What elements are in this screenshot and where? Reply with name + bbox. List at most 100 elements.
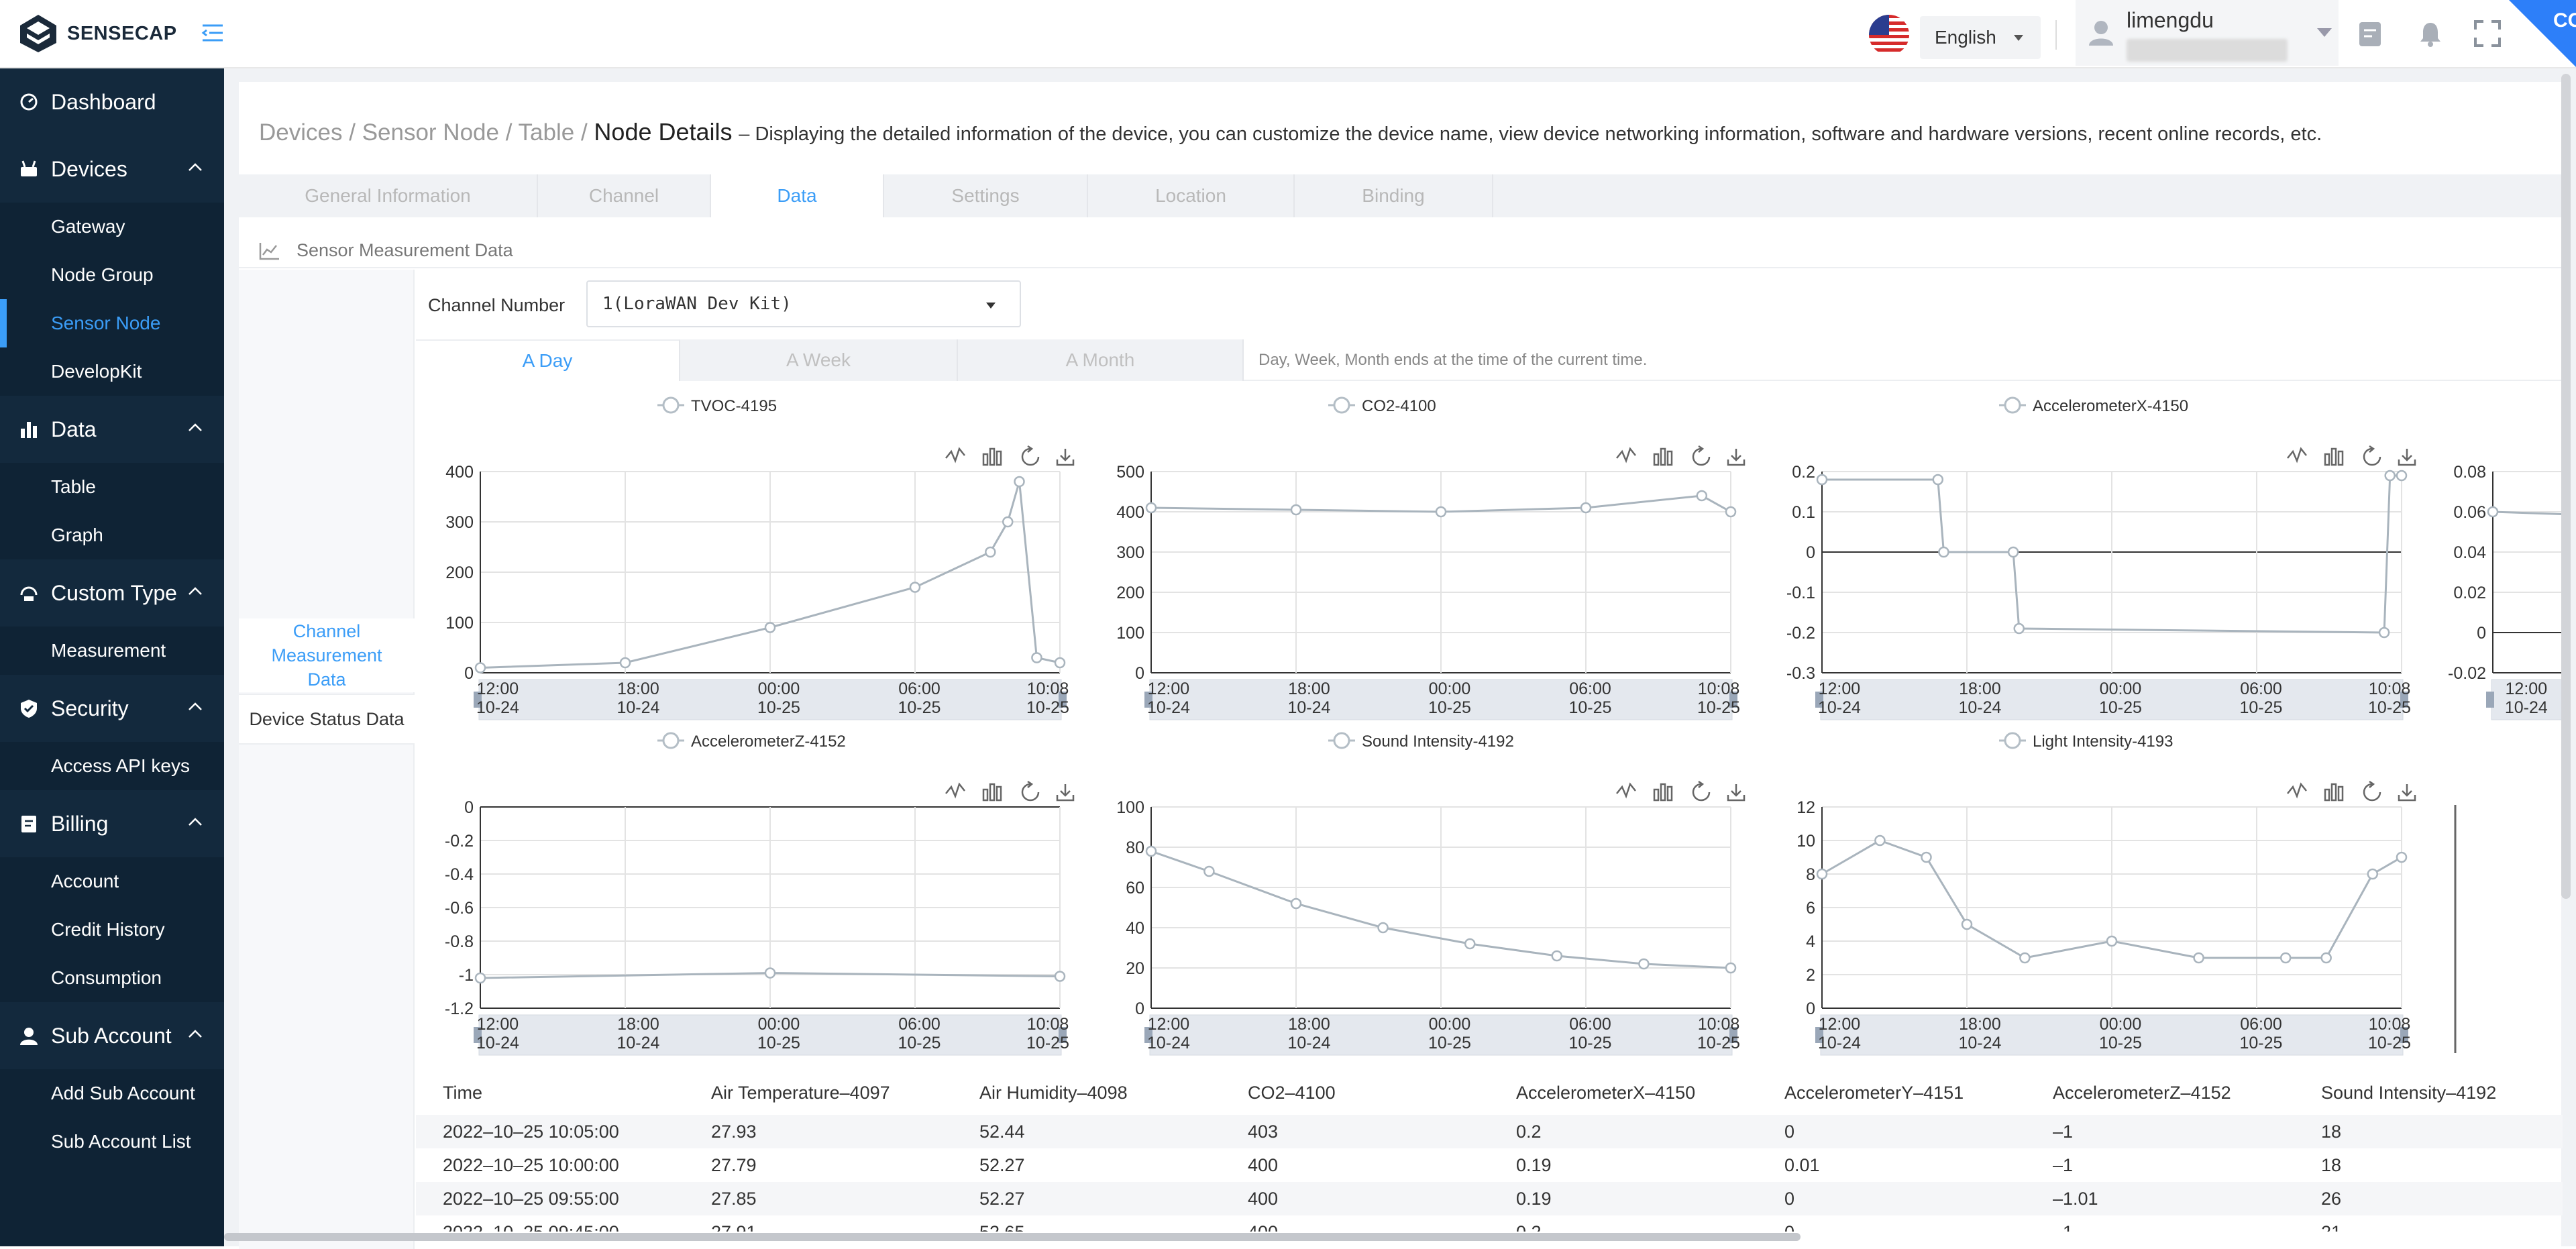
sidebar-item-sub-account-list[interactable]: Sub Account List — [0, 1118, 224, 1166]
logo[interactable]: SENSECAP — [19, 13, 177, 54]
table-header-row: Time Air Temperature–4097 Air Humidity–4… — [416, 1071, 2563, 1115]
y-tick-label: 0 — [1135, 664, 1144, 683]
caret-down-icon — [2317, 28, 2332, 37]
data-point — [1551, 950, 1563, 962]
tab-a-day[interactable]: A Day — [416, 339, 680, 381]
chart-title: AccelerometerZ-4152 — [691, 732, 846, 751]
data-point — [1014, 476, 1025, 488]
chevron-up-icon — [189, 1030, 202, 1038]
column-header: Air Humidity–4098 — [979, 1082, 1128, 1103]
table-row[interactable]: 2022–10–25 10:00:00 27.79 52.27 400 0.19… — [416, 1148, 2563, 1182]
sidebar-item-credit-history[interactable]: Credit History — [0, 906, 224, 954]
sidebar-item-graph[interactable]: Graph — [0, 511, 224, 559]
user-avatar-icon — [2089, 21, 2113, 46]
data-point — [1464, 938, 1476, 950]
tab-data[interactable]: Data — [711, 174, 884, 217]
table-row[interactable]: 2022–10–25 09:45:00 27.91 52.65 400 0.2 … — [416, 1215, 2563, 1232]
bell-icon[interactable] — [2419, 21, 2442, 47]
sidebar-item-consumption[interactable]: Consumption — [0, 954, 224, 1002]
document-icon[interactable] — [2359, 21, 2381, 47]
us-flag-icon[interactable] — [1869, 15, 1909, 55]
sidebar-item-node-group[interactable]: Node Group — [0, 251, 224, 299]
x-tick-label: 10-25 — [1428, 1034, 1471, 1052]
x-tick-label: 10:08 — [1698, 680, 1740, 698]
x-tick-label: 10-25 — [2240, 698, 2283, 717]
tab-settings[interactable]: Settings — [884, 174, 1088, 217]
data-point — [2396, 470, 2408, 482]
tab-location[interactable]: Location — [1088, 174, 1295, 217]
breadcrumb-separator: / — [580, 119, 588, 146]
x-tick-label: 06:00 — [2240, 680, 2282, 698]
language-select[interactable]: English — [1920, 16, 2041, 59]
tab-a-week[interactable]: A Week — [680, 339, 958, 381]
table-cell: 0 — [1784, 1121, 1795, 1142]
sidebar-section-custom-type[interactable]: Custom Type — [0, 559, 224, 627]
sidebar-item-developkit[interactable]: DevelopKit — [0, 347, 224, 396]
user-email-redacted — [2127, 39, 2288, 62]
tab-channel-measurement-data[interactable]: Channel Measurement Data — [239, 618, 415, 692]
tab-device-status-data[interactable]: Device Status Data — [239, 694, 415, 745]
table-cell: 400 — [1248, 1188, 1279, 1209]
data-point — [2378, 627, 2390, 639]
vertical-scrollbar[interactable] — [2561, 74, 2571, 899]
fullscreen-icon[interactable] — [2474, 20, 2501, 47]
column-header: AccelerometerX–4150 — [1516, 1082, 1696, 1103]
sidebar-item-access-api-keys[interactable]: Access API keys — [0, 742, 224, 790]
table-cell: 2022–10–25 10:05:00 — [443, 1121, 619, 1142]
x-tick-label: 00:00 — [1429, 1015, 1471, 1034]
breadcrumb-link-sensor-node[interactable]: Sensor Node — [362, 119, 499, 146]
sidebar-section-sub-account[interactable]: Sub Account — [0, 1002, 224, 1069]
sidebar-section-billing[interactable]: Billing — [0, 790, 224, 857]
table-cell: 52.27 — [979, 1188, 1025, 1209]
column-header: Sound Intensity–4192 — [2321, 1082, 2497, 1103]
x-tick-label: 10-24 — [1287, 698, 1330, 717]
sidebar-item-add-sub-account[interactable]: Add Sub Account — [0, 1069, 224, 1118]
sidebar-section-devices[interactable]: Devices — [0, 135, 224, 203]
column-header: AccelerometerZ–4152 — [2053, 1082, 2231, 1103]
table-row[interactable]: 2022–10–25 09:55:00 27.85 52.27 400 0.19… — [416, 1182, 2563, 1215]
sidebar-section-dashboard[interactable]: Dashboard — [0, 68, 224, 135]
table-row[interactable]: 2022–10–25 10:05:00 27.93 52.44 403 0.2 … — [416, 1115, 2563, 1148]
horizontal-scrollbar[interactable] — [224, 1233, 1801, 1241]
x-tick-label: 10-24 — [1147, 1034, 1190, 1052]
x-tick-label: 10-25 — [1026, 1034, 1069, 1052]
tab-a-month[interactable]: A Month — [958, 339, 1244, 381]
x-tick-label: 00:00 — [758, 1015, 800, 1034]
table-cell: 2022–10–25 09:55:00 — [443, 1188, 619, 1209]
y-tick-label: 100 — [445, 614, 474, 633]
breadcrumb-link-devices[interactable]: Devices — [259, 119, 342, 146]
channel-number-select[interactable]: 1(LoraWAN Dev Kit) — [586, 280, 1021, 327]
table-cell: –1.01 — [2053, 1188, 2098, 1209]
dashboard-icon — [20, 93, 38, 111]
table-cell: 27.85 — [711, 1188, 757, 1209]
table-cell: 0.2 — [1516, 1121, 1542, 1142]
y-tick-label: 200 — [445, 563, 474, 582]
y-tick-label: 500 — [1116, 463, 1144, 482]
legend-marker — [1333, 396, 1350, 414]
sidebar-section-data[interactable]: Data — [0, 396, 224, 463]
user-menu[interactable]: limengdu — [2076, 0, 2339, 66]
sidebar-item-sensor-node[interactable]: Sensor Node — [0, 299, 224, 347]
data-point — [2384, 470, 2396, 482]
menu-toggle-icon[interactable] — [201, 23, 224, 46]
corner-badge[interactable]: CC — [2509, 0, 2576, 67]
sidebar-item-account[interactable]: Account — [0, 857, 224, 906]
channel-number-value: 1(LoraWAN Dev Kit) — [602, 294, 792, 314]
tab-channel[interactable]: Channel — [538, 174, 711, 217]
page-description: – Displaying the detailed information of… — [739, 123, 2322, 145]
tab-binding[interactable]: Binding — [1295, 174, 1493, 217]
y-tick-label: -0.2 — [445, 832, 474, 851]
sidebar-item-table[interactable]: Table — [0, 463, 224, 511]
table-cell: –1 — [2053, 1121, 2074, 1142]
tab-general-information[interactable]: General Information — [239, 174, 538, 217]
data-point — [1145, 845, 1157, 857]
devices-icon — [21, 160, 37, 176]
data-point — [1435, 506, 1447, 518]
sidebar-item-gateway[interactable]: Gateway — [0, 203, 224, 251]
y-tick-label: -0.4 — [445, 865, 474, 884]
corner-badge-text: CC — [2553, 9, 2576, 32]
breadcrumb-link-table[interactable]: Table — [519, 119, 575, 146]
sidebar-section-security[interactable]: Security — [0, 675, 224, 742]
sidebar-item-measurement[interactable]: Measurement — [0, 627, 224, 675]
data-point — [1725, 506, 1737, 518]
